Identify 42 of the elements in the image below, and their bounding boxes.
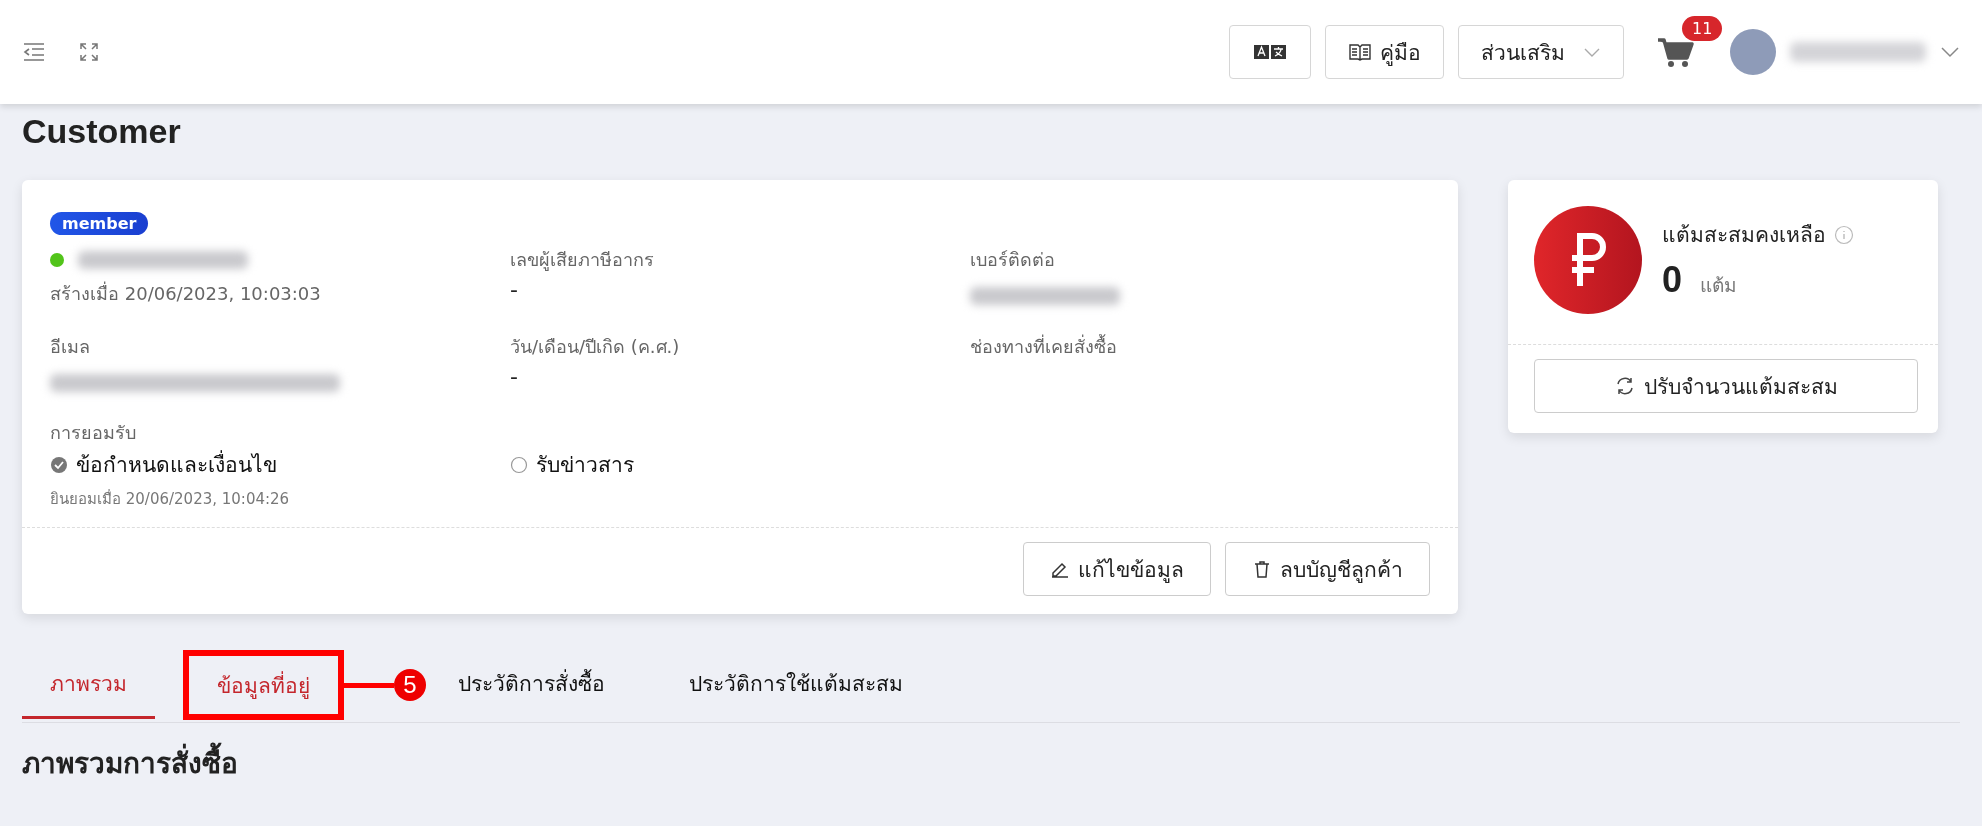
tab[interactable]: ข้อมูลที่อยู่ [183,650,344,720]
field-value: - [510,277,519,302]
book-icon [1348,42,1372,62]
field-label: เบอร์ติดต่อ [970,248,1056,272]
manual-button[interactable]: คู่มือ [1325,25,1444,79]
ruble-coin-icon [1534,206,1642,314]
field-value: - [510,364,519,389]
status-dot [50,253,64,267]
cart-count-badge: 11 [1682,16,1723,41]
field-label: อีเมล [50,335,91,359]
field-label: ช่องทางที่เคยสั่งซื้อ [970,333,1118,359]
section-title: ภาพรวมการสั่งซื้อ [22,741,1960,785]
tab[interactable]: ภาพรวม [22,648,155,722]
chevron-down-icon[interactable] [1940,45,1960,59]
adjust-points-button[interactable]: ปรับจำนวนแต้มสะสม [1534,359,1918,413]
points-unit: แต้ม [1700,273,1738,298]
translate-icon [1253,44,1287,60]
avatar[interactable] [1730,29,1776,75]
fullscreen-icon[interactable] [78,41,100,63]
trash-icon [1252,559,1272,579]
annotation-callout: 5 [344,669,426,701]
consent-label: การยอมรับ [50,421,137,445]
chevron-down-icon [1583,46,1601,58]
field-label: เลขผู้เสียภาษีอากร [510,248,655,273]
add-ons-dropdown[interactable]: ส่วนเสริม [1458,25,1624,79]
translate-button[interactable] [1229,25,1311,79]
consent-text: รับข่าวสาร [536,452,634,479]
edit-button[interactable]: แก้ไขข้อมูล [1023,542,1211,596]
field-label: วัน/เดือน/ปีเกิด (ค.ศ.) [510,335,681,359]
tab[interactable]: ประวัติการสั่งซื้อ [430,648,633,722]
collapse-menu-icon[interactable] [22,42,46,62]
tab[interactable]: ประวัติการใช้แต้มสะสม [661,648,931,722]
points-title: แต้มสะสมคงเหลือ [1662,222,1826,249]
created-date: สร้างเมื่อ 20/06/2023, 10:03:03 [50,280,322,306]
consent-text: ข้อกำหนดและเงื่อนไข [76,448,277,481]
page-title: Customer [22,111,182,152]
refresh-icon [1614,375,1636,397]
info-icon[interactable] [1834,224,1854,245]
points-value: 0 [1662,259,1683,301]
consent-date: ยินยอมเมื่อ 20/06/2023, 10:04:26 [50,488,291,510]
member-badge: member [50,212,149,235]
delete-button[interactable]: ลบบัญชีลูกค้า [1225,542,1430,596]
